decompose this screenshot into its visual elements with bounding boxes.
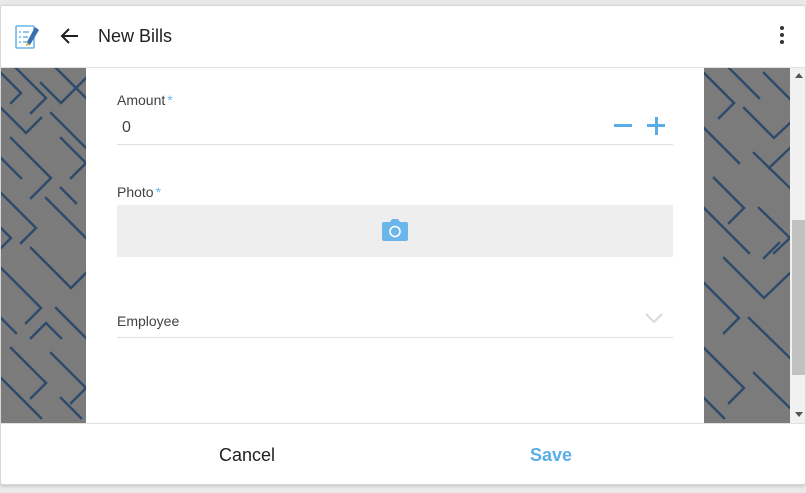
background-pattern-right <box>704 68 790 423</box>
action-bar: Cancel Save <box>1 423 805 484</box>
camera-icon <box>382 219 408 241</box>
save-button[interactable]: Save <box>404 424 805 484</box>
top-app-bar: New Bills <box>1 6 805 68</box>
photo-label: Photo * <box>117 184 161 200</box>
scroll-up-arrow[interactable] <box>795 73 803 78</box>
increment-button[interactable] <box>647 116 665 136</box>
notes-icon <box>15 25 39 49</box>
vertical-scrollbar[interactable] <box>790 68 805 423</box>
employee-label: Employee <box>117 313 180 329</box>
photo-upload-button[interactable] <box>117 205 673 257</box>
more-vertical-icon[interactable] <box>779 26 785 46</box>
content-area: Amount * 0 Photo * Employee <box>1 68 805 423</box>
amount-label: Amount * <box>117 92 173 108</box>
background-pattern-left <box>1 68 86 423</box>
cancel-button[interactable]: Cancel <box>46 424 449 484</box>
app-window: New Bills Amount * 0 Photo * Employee Ca… <box>0 5 806 485</box>
amount-label-text: Amount <box>117 92 166 108</box>
scroll-down-arrow[interactable] <box>795 412 803 417</box>
photo-label-text: Photo <box>117 184 154 200</box>
required-mark: * <box>167 92 173 108</box>
required-mark: * <box>155 184 162 200</box>
bill-form: Amount * 0 Photo * Employee <box>86 68 704 423</box>
scroll-thumb[interactable] <box>792 220 805 375</box>
arrow-left-icon[interactable] <box>58 24 82 48</box>
page-title: New Bills <box>98 26 173 46</box>
decrement-button[interactable] <box>614 116 632 136</box>
amount-input[interactable]: 0 <box>122 119 131 137</box>
amount-underline <box>117 144 673 145</box>
chevron-down-icon[interactable] <box>644 311 664 325</box>
employee-underline <box>117 337 673 338</box>
